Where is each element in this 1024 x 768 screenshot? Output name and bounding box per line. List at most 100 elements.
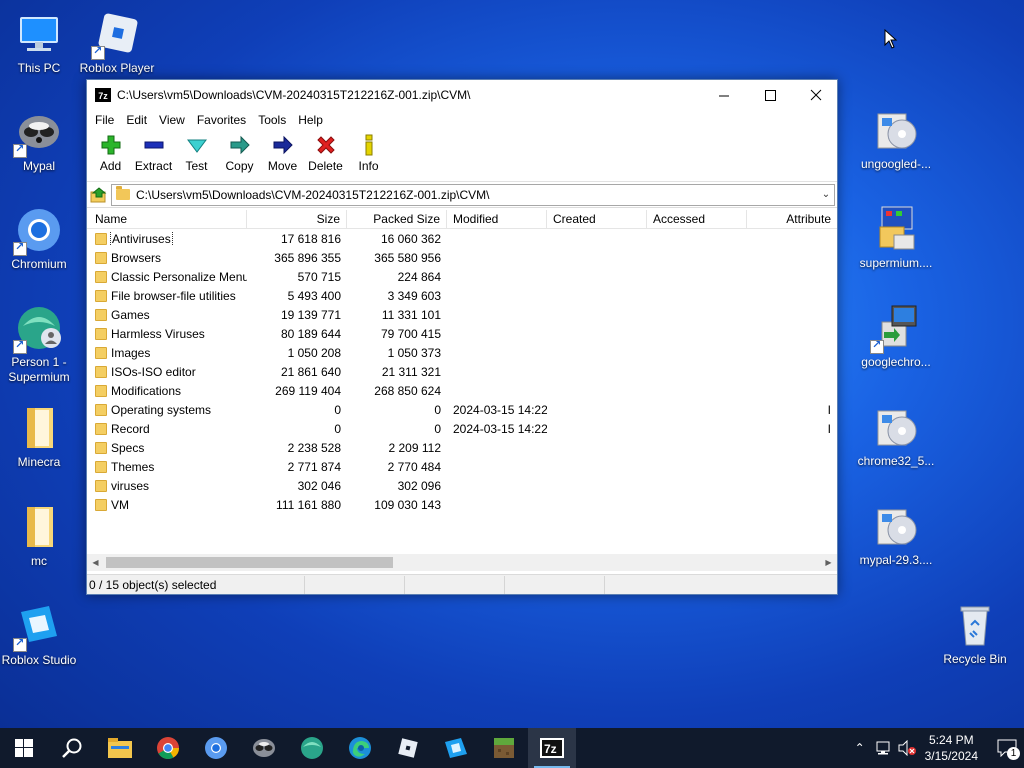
column-modified[interactable]: Modified (447, 210, 547, 228)
add-button[interactable]: Add (89, 130, 132, 173)
file-name: Specs (111, 440, 145, 455)
table-row[interactable]: File browser-file utilities 5 493 400 3 34… (87, 286, 837, 305)
taskbar-mypal[interactable] (240, 728, 288, 768)
notifications-button[interactable]: 1 (990, 739, 1024, 760)
taskbar: 7z ⌃ 5:24 PM 3/15/2024 1 (0, 728, 1024, 768)
scroll-thumb[interactable] (106, 557, 393, 568)
volume-muted-icon[interactable] (895, 740, 919, 756)
table-row[interactable]: Modifications 269 119 404 268 850 624 (87, 381, 837, 400)
desktop-icon-ungoogled[interactable]: ungoogled-... (853, 106, 939, 172)
desktop-icon-roblox-studio[interactable]: Roblox Studio (0, 602, 82, 668)
minimize-button[interactable] (701, 80, 747, 110)
status-bar: 0 / 15 object(s) selected (87, 574, 837, 594)
desktop-icon-minecra[interactable]: Minecra (0, 404, 82, 470)
horizontal-scrollbar[interactable]: ◀ ▶ (87, 554, 837, 571)
table-row[interactable]: Specs 2 238 528 2 209 112 (87, 438, 837, 457)
search-button[interactable] (48, 728, 96, 768)
shortcut-arrow-icon (91, 44, 105, 60)
menu-view[interactable]: View (153, 113, 191, 127)
column-name[interactable]: Name (87, 210, 247, 228)
column-size[interactable]: Size (247, 210, 347, 228)
table-row[interactable]: Operating systems 0 0 2024-03-15 14:22 I (87, 400, 837, 419)
move-button[interactable]: Move (261, 130, 304, 173)
clock-time: 5:24 PM (928, 733, 974, 747)
address-combo[interactable]: C:\Users\vm5\Downloads\CVM-20240315T2122… (111, 183, 835, 206)
table-row[interactable]: VM 111 161 880 109 030 143 (87, 495, 837, 514)
maximize-button[interactable] (747, 80, 793, 110)
shortcut-arrow-icon (870, 338, 884, 354)
desktop-icon-label: Roblox Studio (1, 653, 77, 667)
menu-file[interactable]: File (89, 113, 120, 127)
column-created[interactable]: Created (547, 210, 647, 228)
table-row[interactable]: Images 1 050 208 1 050 373 (87, 343, 837, 362)
column-attributes[interactable]: Attribute (747, 210, 837, 228)
info-button[interactable]: Info (347, 130, 390, 173)
table-row[interactable]: Harmless Viruses 80 189 644 79 700 415 (87, 324, 837, 343)
column-accessed[interactable]: Accessed (647, 210, 747, 228)
desktop-icon-label: Mypal (22, 159, 55, 173)
menu-tools[interactable]: Tools (252, 113, 292, 127)
file-size: 570 715 (297, 269, 341, 284)
system-tray: ⌃ 5:24 PM 3/15/2024 1 (849, 728, 1024, 768)
taskbar-minecraft[interactable] (480, 728, 528, 768)
file-packed-size: 21 311 321 (381, 364, 441, 379)
chevron-down-icon[interactable]: ⌄ (818, 189, 834, 200)
taskbar-roblox-studio[interactable] (432, 728, 480, 768)
test-button[interactable]: Test (175, 130, 218, 173)
scroll-right-icon[interactable]: ▶ (820, 558, 837, 567)
taskbar-7zip[interactable]: 7z (528, 728, 576, 768)
file-name: File browser-file utilities (111, 288, 236, 303)
extract-button[interactable]: Extract (132, 130, 175, 173)
menu-edit[interactable]: Edit (120, 113, 153, 127)
desktop-icon-roblox-player[interactable]: Roblox Player (74, 10, 160, 76)
desktop-icon-chromium[interactable]: Chromium (0, 206, 82, 272)
desktop-icon-supermium-installer[interactable]: supermium.... (853, 205, 939, 271)
taskbar-edge[interactable] (336, 728, 384, 768)
desktop-icon-person1-supermium[interactable]: Person 1 - Supermium (0, 304, 82, 385)
column-packed-size[interactable]: Packed Size (347, 210, 447, 228)
clock[interactable]: 5:24 PM 3/15/2024 (925, 732, 978, 764)
desktop-icon-mypal-installer[interactable]: mypal-29.3.... (853, 502, 939, 568)
mypal-icon (13, 108, 63, 158)
title-bar[interactable]: 7z C:\Users\vm5\Downloads\CVM-20240315T2… (87, 80, 837, 110)
table-row[interactable]: Games 19 139 771 11 331 101 (87, 305, 837, 324)
taskbar-file-explorer[interactable] (96, 728, 144, 768)
file-packed-size: 79 700 415 (380, 326, 441, 341)
desktop-icon-recycle-bin[interactable]: Recycle Bin (932, 601, 1018, 667)
file-size: 269 119 404 (275, 383, 341, 398)
start-button[interactable] (0, 728, 48, 768)
table-row[interactable]: Classic Personalize Menu 570 715 224 864 (87, 267, 837, 286)
chevron-up-icon[interactable]: ⌃ (849, 741, 871, 755)
taskbar-chromium[interactable] (192, 728, 240, 768)
delete-label: Delete (308, 159, 343, 173)
delete-x-icon (316, 136, 335, 154)
menu-favorites[interactable]: Favorites (191, 113, 252, 127)
menu-help[interactable]: Help (292, 113, 329, 127)
up-folder-button[interactable] (87, 183, 111, 207)
table-row[interactable]: Record 0 0 2024-03-15 14:22 I (87, 419, 837, 438)
desktop-icon-chrome32-installer[interactable]: chrome32_5... (853, 403, 939, 469)
delete-button[interactable]: Delete (304, 130, 347, 173)
table-row[interactable]: Themes 2 771 874 2 770 484 (87, 457, 837, 476)
taskbar-supermium[interactable] (288, 728, 336, 768)
network-icon[interactable] (871, 740, 895, 756)
installer-icon (872, 502, 920, 550)
chrome-icon (157, 737, 179, 759)
close-button[interactable] (793, 80, 839, 110)
copy-arrow-icon (230, 135, 250, 155)
window-title: C:\Users\vm5\Downloads\CVM-20240315T2122… (117, 88, 471, 102)
taskbar-chrome[interactable] (144, 728, 192, 768)
desktop-icon-mypal[interactable]: Mypal (0, 108, 82, 174)
desktop-icon-mc[interactable]: mc (0, 503, 82, 569)
table-row[interactable]: viruses 302 046 302 096 (87, 476, 837, 495)
copy-button[interactable]: Copy (218, 130, 261, 173)
table-row[interactable]: Antiviruses 17 618 816 16 060 362 (87, 229, 837, 248)
table-row[interactable]: ISOs-ISO editor 21 861 640 21 311 321 (87, 362, 837, 381)
taskbar-roblox-player[interactable] (384, 728, 432, 768)
desktop-icon-googlechrome-installer[interactable]: googlechro... (853, 304, 939, 370)
desktop-icon-this-pc[interactable]: This PC (0, 10, 82, 76)
folder-icon (95, 346, 107, 359)
file-name: Modifications (111, 383, 182, 398)
scroll-left-icon[interactable]: ◀ (87, 558, 104, 567)
table-row[interactable]: Browsers 365 896 355 365 580 956 (87, 248, 837, 267)
